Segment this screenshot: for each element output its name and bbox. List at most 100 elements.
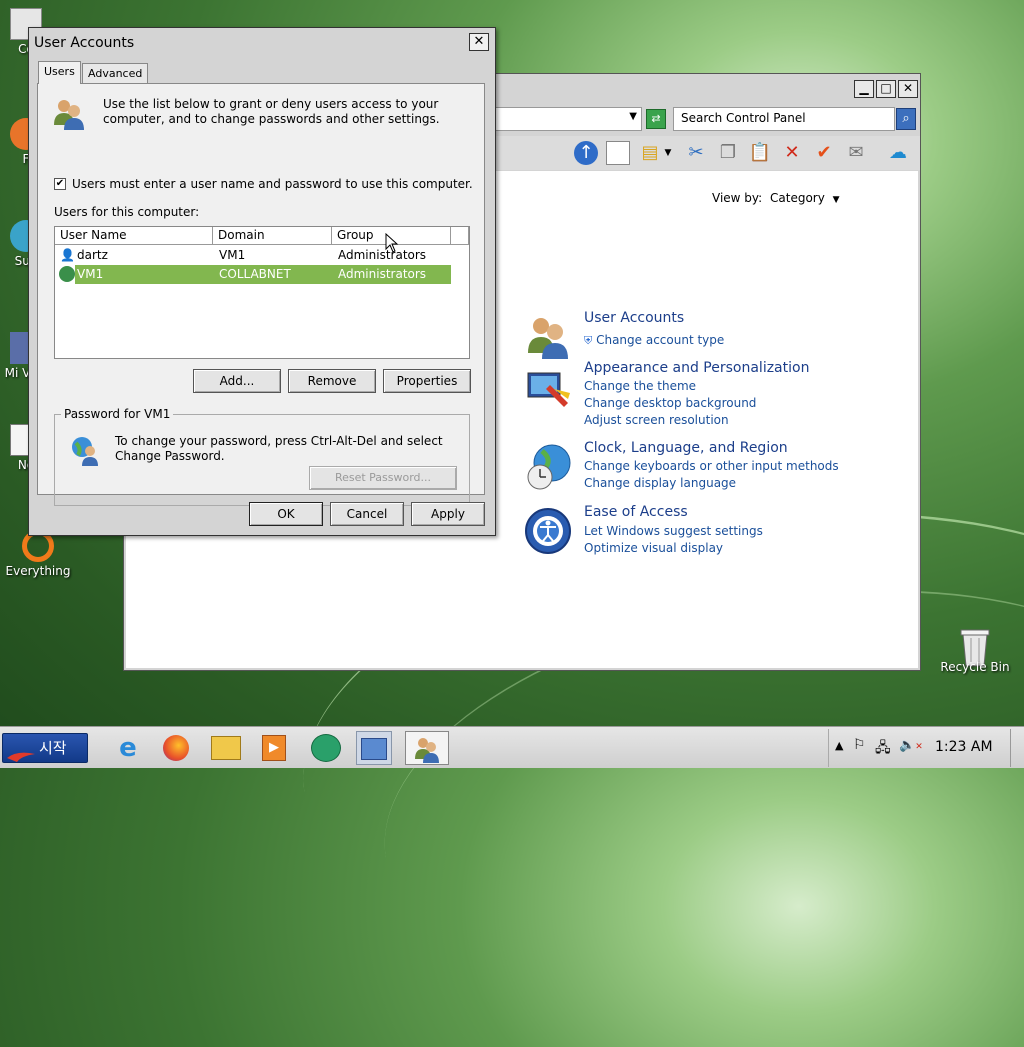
category-link[interactable]: Change keyboards or other input methods [584,459,839,473]
category-link[interactable]: Change the theme [584,379,696,393]
address-bar[interactable]: ▼ [494,107,642,131]
add-user-button[interactable]: Add... [193,369,281,393]
clock[interactable]: 1:23 AM [935,739,993,755]
check-icon[interactable]: ✔ [812,141,836,165]
chevron-down-icon: ▼ [832,195,840,205]
taskbar-user-accounts[interactable] [405,731,449,765]
folder-options-icon[interactable]: ▤ [638,141,662,165]
taskbar-firefox[interactable] [158,731,194,765]
user-key-icon [70,435,102,467]
taskbar: 시작 e ▶ ▲ ⚐ 🖧 🔈✕ 1:23 AM [0,726,1024,768]
show-desktop-button[interactable] [1010,729,1024,767]
intro-text: Use the list below to grant or deny user… [103,97,440,126]
close-button[interactable]: ✕ [469,33,489,51]
tab-advanced[interactable]: Advanced [82,63,149,83]
password-text: To change your password, press Ctrl-Alt-… [115,434,443,463]
system-tray: ▲ ⚐ 🖧 🔈✕ 1:23 AM [828,729,1024,767]
search-icon: ⌕ [902,111,910,126]
user-icon: 👤 [60,248,75,262]
password-group-label: Password for VM1 [61,407,174,421]
user-domain: VM1 [219,248,246,262]
view-by-dropdown[interactable]: Category ▼ [770,191,840,205]
remove-user-button[interactable]: Remove [288,369,376,393]
category-link[interactable]: Adjust screen resolution [584,413,729,427]
user-name: dartz [77,248,108,262]
cut-icon[interactable]: ✂ [684,141,708,165]
folder-icon [211,736,241,760]
recycle-bin-icon [959,626,991,667]
chevron-up-icon[interactable]: ▲ [835,739,843,752]
taskbar-ie[interactable]: e [110,731,146,765]
category-title[interactable]: Ease of Access [584,504,688,520]
column-header-user-name[interactable]: User Name [55,227,213,245]
properties-button[interactable]: Properties [383,369,471,393]
view-by: View by: [712,191,762,205]
desktop-icon-label: Recycle Bin [940,660,1010,674]
checkbox-label[interactable]: Users must enter a user name and passwor… [72,177,473,191]
shield-icon: ⛨ [584,334,593,347]
view-icon[interactable] [606,141,630,165]
taskbar-chat[interactable] [308,731,344,765]
paste-icon[interactable]: 📋 [748,141,772,165]
search-input[interactable]: Search Control Panel [673,107,895,131]
user-domain: COLLABNET [219,267,291,281]
search-placeholder: Search Control Panel [681,111,806,125]
network-icon[interactable]: 🖧 [875,737,891,761]
category-link[interactable]: ⛨ Change account type [584,333,724,348]
go-button[interactable]: ⇄ [646,109,666,129]
users-icon [413,735,441,763]
apply-button[interactable]: Apply [411,502,485,526]
chevron-down-icon[interactable]: ▼ [662,141,674,165]
volume-muted-icon[interactable]: 🔈✕ [899,738,923,753]
dialog-title: User Accounts [34,35,135,51]
table-row[interactable]: VM1 COLLABNET Administrators [75,265,451,284]
minimize-button[interactable]: ▁ [854,80,874,98]
login-required-checkbox[interactable]: ✔ [54,178,66,190]
column-header-domain[interactable]: Domain [213,227,332,245]
copy-icon[interactable]: ❐ [716,141,740,165]
desktop-icon-everything[interactable]: Everything [0,530,76,578]
chevron-down-icon[interactable]: ▼ [629,111,637,122]
properties-icon[interactable]: ✉ [844,141,868,165]
category-link[interactable]: Let Windows suggest settings [584,524,763,538]
user-name: VM1 [77,267,104,281]
users-icon [52,97,86,131]
close-icon: ✕ [473,34,485,49]
taskbar-control-panel[interactable] [356,731,392,765]
category-title[interactable]: Clock, Language, and Region [584,440,788,456]
tab-users[interactable]: Users [38,61,81,84]
start-button[interactable]: 시작 [2,733,88,763]
category-title[interactable]: Appearance and Personalization [584,360,809,376]
firefox-icon [163,735,189,761]
view-by-value: Category [770,191,825,205]
mouse-cursor-icon [385,232,399,256]
delete-icon[interactable]: ✕ [780,141,804,165]
up-icon[interactable]: ↑ [574,141,598,165]
users-label: Users for this computer: [54,205,200,219]
users-tab-panel: Use the list below to grant or deny user… [37,83,485,506]
user-group: Administrators [338,248,427,262]
ok-button[interactable]: OK [249,502,323,526]
flag-icon[interactable]: ⚐ [853,737,866,753]
category-link[interactable]: Change desktop background [584,396,756,410]
taskbar-explorer[interactable] [208,731,244,765]
reset-password-button[interactable]: Reset Password... [309,466,457,490]
taskbar-media-player[interactable]: ▶ [256,731,292,765]
search-button[interactable]: ⌕ [896,108,916,130]
desktop-icon-recycle-bin[interactable]: Recycle Bin [937,626,1013,674]
category-link[interactable]: Optimize visual display [584,541,723,555]
media-player-icon: ▶ [262,735,286,761]
cancel-button[interactable]: Cancel [330,502,404,526]
close-button[interactable]: ✕ [898,80,918,98]
category-title[interactable]: User Accounts [584,310,684,326]
maximize-button[interactable]: □ [876,80,896,98]
view-by-label: View by: [712,191,763,205]
desktop-icon-label: Everything [5,564,71,578]
internet-explorer-icon: e [119,733,137,763]
password-group: Password for VM1 To change your password… [54,407,470,506]
appearance-icon [524,363,572,411]
globe-user-icon [59,266,75,282]
sync-icon[interactable]: ☁ [886,141,910,165]
category-link[interactable]: Change display language [584,476,736,490]
users-list[interactable]: User Name Domain Group 👤 dartz VM1 Admin… [54,226,470,359]
